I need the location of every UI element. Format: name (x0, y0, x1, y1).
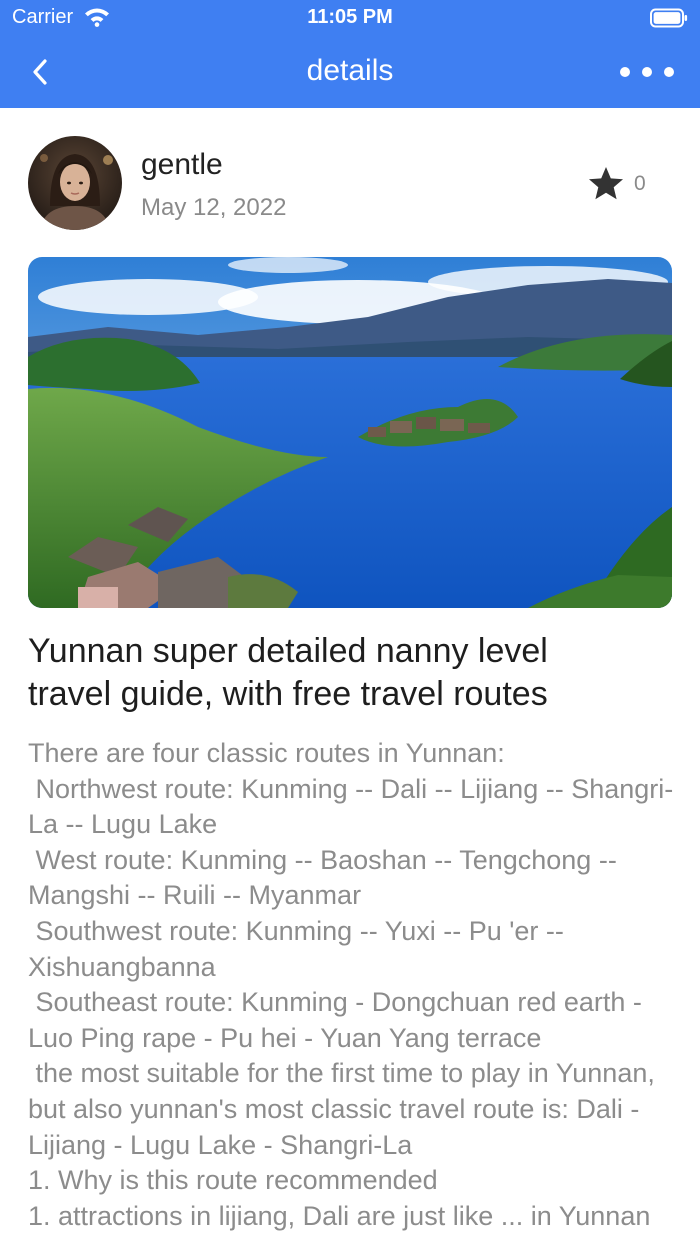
post-body: There are four classic routes in Yunnan:… (28, 738, 674, 1231)
avatar[interactable] (28, 136, 122, 230)
navigation-header: Carrier 11:05 PM details (0, 0, 700, 108)
more-horizontal-icon (620, 67, 674, 77)
favorite-button[interactable] (586, 166, 626, 202)
post-date: May 12, 2022 (141, 194, 287, 221)
star-icon (589, 167, 623, 200)
battery-icon (650, 8, 688, 28)
page-title: details (306, 54, 394, 87)
nav-bar: details (0, 36, 700, 108)
author-header: gentle May 12, 2022 0 (28, 136, 672, 232)
post-image (28, 257, 672, 608)
favorite-count: 0 (634, 172, 646, 195)
author-name[interactable]: gentle (141, 148, 223, 182)
status-time: 11:05 PM (307, 6, 393, 28)
post-title: Yunnan super detailed nanny level travel… (28, 632, 548, 713)
status-bar: Carrier 11:05 PM (0, 0, 700, 36)
more-button[interactable] (618, 58, 676, 86)
